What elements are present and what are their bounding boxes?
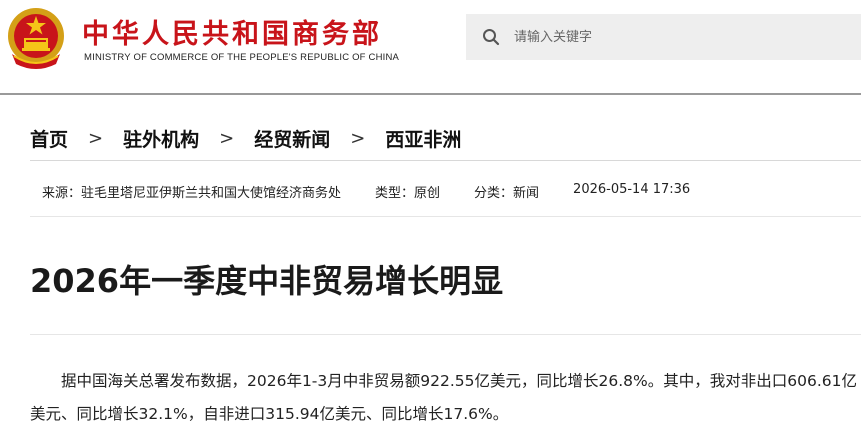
site-name[interactable]: 中华人民共和国商务部 <box>82 12 382 51</box>
breadcrumb-item-home[interactable]: 首页 <box>30 125 68 152</box>
breadcrumb-item-west-asia-africa[interactable]: 西亚非洲 <box>385 125 461 152</box>
breadcrumb-divider <box>30 160 861 161</box>
site-name-english: MINISTRY OF COMMERCE OF THE PEOPLE'S REP… <box>84 52 400 63</box>
search-icon[interactable] <box>482 28 500 46</box>
breadcrumb-item-trade-news[interactable]: 经贸新闻 <box>254 125 330 152</box>
meta-category: 分类：新闻 <box>474 186 540 201</box>
article-title: 2026年一季度中非贸易增长明显 <box>30 262 504 300</box>
site-header: 中华人民共和国商务部 MINISTRY OF COMMERCE OF THE P… <box>0 0 861 78</box>
chevron-right-icon: > <box>350 127 366 149</box>
chevron-right-icon: > <box>88 127 104 149</box>
article-body: 据中国海关总署发布数据，2026年1-3月中非贸易额922.55亿美元，同比增长… <box>30 365 861 431</box>
title-divider <box>30 334 861 335</box>
breadcrumb-item-overseas-missions[interactable]: 驻外机构 <box>123 125 199 152</box>
search-box[interactable] <box>466 14 861 60</box>
meta-source: 来源：驻毛里塔尼亚伊斯兰共和国大使馆经济商务处 <box>42 186 342 201</box>
national-emblem-icon[interactable] <box>6 6 66 70</box>
header-divider <box>0 93 861 95</box>
article-meta: 来源：驻毛里塔尼亚伊斯兰共和国大使馆经济商务处 类型：原创 分类：新闻 2026… <box>42 182 724 201</box>
search-input[interactable] <box>514 22 844 52</box>
meta-datetime: 2026-05-14 17:36 <box>573 182 691 197</box>
meta-type: 类型：原创 <box>375 186 441 201</box>
article-paragraph: 据中国海关总署发布数据，2026年1-3月中非贸易额922.55亿美元，同比增长… <box>30 372 857 423</box>
breadcrumb: 首页 > 驻外机构 > 经贸新闻 > 西亚非洲 <box>30 124 461 152</box>
chevron-right-icon: > <box>219 127 235 149</box>
meta-divider <box>30 216 861 217</box>
